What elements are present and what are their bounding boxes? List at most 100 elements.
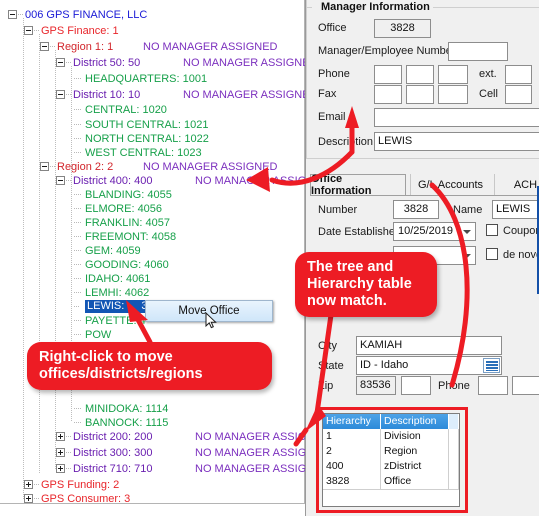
tree-node-label: 006 GPS FINANCE, LLC (25, 9, 148, 21)
tree-connector (74, 278, 82, 279)
tree-node-manager-status: NO MANAGER ASSIGNED (183, 57, 306, 69)
collapse-icon[interactable] (56, 90, 65, 99)
expand-icon[interactable] (56, 448, 65, 457)
tree-viewport[interactable]: 006 GPS FINANCE, LLC GPS Finance: 1 Region… (0, 0, 306, 505)
tree-connector (74, 109, 82, 110)
tree-connector (34, 484, 39, 485)
fax-label: Fax (318, 88, 337, 100)
tree-connector (74, 292, 82, 293)
phone-prefix-field[interactable] (406, 65, 434, 84)
tree-node-label: District 400: 400 (73, 175, 153, 187)
name-field[interactable]: LEWIS (492, 200, 539, 219)
hierarchy-table-highlight-frame (316, 407, 468, 513)
phone-label: Phone (318, 68, 350, 80)
mouse-cursor-icon (205, 312, 217, 329)
hierarchy-tree-panel[interactable]: 006 GPS FINANCE, LLC GPS Finance: 1 Region… (0, 0, 306, 516)
employee-number-label: Manager/Employee Number (318, 45, 456, 57)
tree-node-label: WEST CENTRAL: 1023 (85, 147, 202, 159)
tree-connector (18, 14, 23, 15)
tree-connector (50, 46, 55, 47)
tree-node-label: SOUTH CENTRAL: 1021 (85, 119, 209, 131)
tab-gl-accounts[interactable]: G/L Accounts (410, 174, 490, 196)
office-value-field[interactable]: 3828 (374, 19, 431, 38)
zip4-field[interactable] (401, 376, 431, 395)
expand-icon[interactable] (24, 480, 33, 489)
tree-node-label: BLANDING: 4055 (85, 189, 172, 201)
tree-node-label: LEWIS: (87, 300, 125, 312)
tree-node-label: BANNOCK: 1115 (85, 417, 169, 429)
app-window: 006 GPS FINANCE, LLC GPS Finance: 1 Region… (0, 0, 539, 516)
office-phone-label: Phone (438, 380, 470, 392)
tree-node-label: IDAHO: 4061 (85, 273, 151, 285)
description-label: Description (318, 136, 374, 148)
number-field[interactable]: 3828 (393, 200, 439, 219)
city-field[interactable]: KAMIAH (356, 336, 502, 355)
tree-node-label: LEMHI: 4062 (85, 287, 150, 299)
date-established-combo[interactable]: 10/25/2019 (393, 222, 476, 241)
list-icon (486, 361, 498, 371)
tree-node-manager-status: NO MANAGER ASSIGNED (195, 447, 306, 459)
state-lookup-button[interactable] (483, 358, 500, 373)
tree-node-manager-status: NO MANAGER ASSIGNED (143, 41, 278, 53)
tab-office-information[interactable]: Office Information (310, 173, 406, 197)
tree-node-label: MINIDOKA: 1114 (85, 403, 169, 415)
fax-line-field[interactable] (438, 85, 468, 104)
state-field[interactable]: ID - Idaho (356, 356, 502, 375)
tree-connector (66, 94, 71, 95)
coupon-checkbox[interactable] (486, 224, 498, 236)
cell-field[interactable] (505, 85, 532, 104)
collapse-icon[interactable] (56, 58, 65, 67)
fax-area-field[interactable] (374, 85, 402, 104)
phone-line-field[interactable] (438, 65, 468, 84)
expand-icon[interactable] (24, 494, 33, 503)
tree-node-manager-status: NO MANAGER ASSIGNED (143, 161, 278, 173)
collapse-icon[interactable] (8, 10, 17, 19)
cell-label: Cell (479, 88, 498, 100)
fax-prefix-field[interactable] (406, 85, 434, 104)
ext-field[interactable] (505, 65, 532, 84)
chevron-down-icon[interactable] (463, 230, 471, 234)
office-phone-field-2[interactable] (512, 376, 539, 395)
expand-icon[interactable] (56, 464, 65, 473)
tree-node-manager-status: NO MANAGER ASSIGNED (195, 431, 306, 443)
tree-node-manager-status: NO MANAGER ASSIGNED (183, 89, 306, 101)
expand-icon[interactable] (56, 432, 65, 441)
tree-node-label: FREEMONT: 4058 (85, 231, 177, 243)
tree-connector (66, 436, 71, 437)
de-novo-label: de novo (503, 249, 539, 261)
collapse-icon[interactable] (56, 176, 65, 185)
number-label: Number (318, 204, 358, 216)
tab-strip[interactable]: Office Information G/L Accounts ACH I (310, 173, 539, 197)
tree-node-label: District 710: 710 (73, 463, 153, 475)
tree-connector (50, 166, 55, 167)
phone-area-field[interactable] (374, 65, 402, 84)
office-phone-field-1[interactable] (478, 376, 508, 395)
tab-ach-information[interactable]: ACH I (494, 174, 539, 196)
tree-connector (74, 138, 82, 139)
zip-field[interactable]: 83536 (356, 376, 396, 395)
chevron-down-icon[interactable] (463, 254, 471, 258)
email-field[interactable] (374, 108, 539, 127)
tree-node-label: POW (85, 329, 112, 341)
tree-connector (74, 306, 79, 307)
zip-label: Zip (318, 380, 334, 392)
tree-guide-line (55, 50, 56, 470)
tree-node-label: CENTRAL: 1020 (85, 104, 167, 116)
collapse-icon[interactable] (40, 162, 49, 171)
tree-connector (66, 180, 71, 181)
collapse-icon[interactable] (24, 26, 33, 35)
tree-node-label: PAYETTE: 4 (85, 315, 146, 327)
tree-node-label: Region 2: 2 (57, 161, 114, 173)
tree-guide-line (23, 18, 24, 500)
employee-number-field[interactable] (448, 42, 508, 61)
ext-label: ext. (479, 68, 497, 80)
tree-connector (74, 250, 82, 251)
description-field[interactable]: LEWIS (374, 132, 539, 151)
tree-node-label: GPS Finance: 1 (41, 25, 119, 37)
tree-node-label: HEADQUARTERS: 1001 (85, 73, 208, 85)
de-novo-checkbox[interactable] (486, 248, 498, 260)
collapse-icon[interactable] (40, 42, 49, 51)
tree-connector (74, 124, 82, 125)
tree-connector (74, 408, 82, 409)
tree-connector (66, 468, 71, 469)
